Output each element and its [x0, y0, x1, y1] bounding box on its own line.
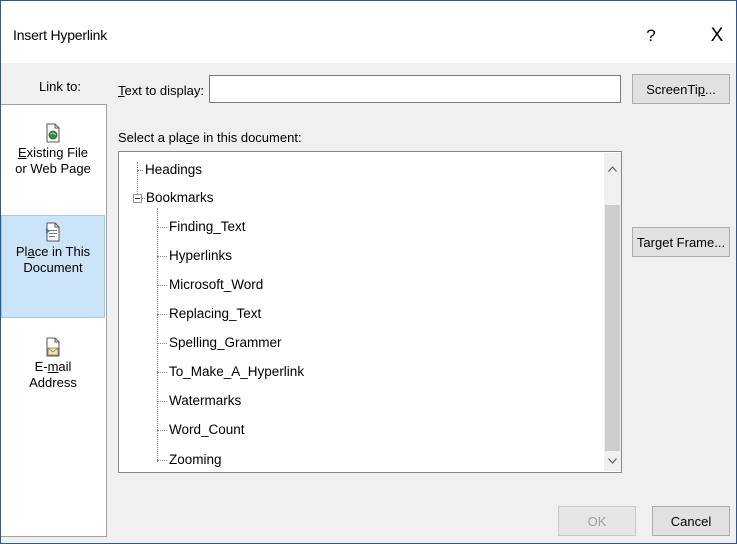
help-button[interactable]: ?	[637, 22, 665, 50]
place-in-document-icon	[46, 222, 60, 242]
existing-file-label: xisting File	[26, 145, 89, 160]
existing-file-icon	[46, 123, 60, 143]
place-label-key: a	[27, 244, 35, 259]
email-label-key: m	[47, 359, 59, 374]
existing-file-label-line2: or Web Page	[15, 161, 91, 176]
insert-hyperlink-dialog: Insert Hyperlink ? X Link to: Existing F…	[0, 0, 737, 544]
tree-scrollbar[interactable]	[604, 153, 621, 471]
tree-item-bookmark[interactable]: Zooming	[169, 450, 222, 470]
tree-item-headings[interactable]: Headings	[145, 160, 202, 180]
close-button[interactable]: X	[702, 21, 732, 51]
place-label-pre: Pl	[15, 244, 28, 259]
title-bar: Insert Hyperlink ? X	[1, 1, 736, 63]
link-to-email-address[interactable]: E-mail Address	[1, 333, 105, 413]
link-to-place-in-document[interactable]: Place in This Document	[1, 215, 105, 318]
tree-item-bookmark[interactable]: Microsoft_Word	[169, 275, 263, 295]
tree-item-bookmark[interactable]: Word_Count	[169, 420, 245, 440]
existing-file-key: E	[17, 145, 27, 160]
link-to-panel: Existing File or Web Page Place in This …	[1, 104, 107, 537]
close-icon: X	[710, 25, 724, 46]
text-to-display-label: Text to display:	[118, 83, 204, 98]
tree-item-bookmark[interactable]: Spelling_Grammer	[169, 333, 282, 353]
dialog-title: Insert Hyperlink	[13, 27, 108, 43]
email-label-pre: E-	[34, 359, 48, 374]
tree-item-bookmark[interactable]: Replacing_Text	[169, 304, 261, 324]
cancel-button[interactable]: Cancel	[652, 506, 730, 536]
tree-item-bookmark[interactable]: Hyperlinks	[169, 246, 232, 266]
scroll-up-icon[interactable]	[604, 161, 621, 178]
place-label-rest: ce in This	[34, 244, 91, 259]
document-place-tree[interactable]: Headings Bookmarks Finding_Text Hyperlin…	[118, 151, 622, 473]
email-address-icon	[46, 337, 60, 357]
link-to-existing-file[interactable]: Existing File or Web Page	[1, 119, 105, 197]
collapse-icon[interactable]	[133, 194, 142, 203]
tree-item-bookmark[interactable]: Watermarks	[169, 391, 241, 411]
place-label-line2: Document	[23, 260, 83, 275]
scroll-down-icon[interactable]	[604, 453, 621, 470]
ok-button[interactable]: OK	[558, 506, 636, 536]
email-label-line2: Address	[29, 375, 77, 390]
tree-item-bookmark[interactable]: To_Make_A_Hyperlink	[169, 362, 304, 382]
email-label-rest: ail	[58, 359, 72, 374]
link-to-label: Link to:	[39, 79, 81, 94]
screentip-button[interactable]: ScreenTip...	[632, 74, 730, 104]
tree-item-bookmarks[interactable]: Bookmarks	[146, 188, 214, 208]
select-place-label: Select a place in this document:	[118, 130, 302, 145]
help-icon: ?	[646, 26, 656, 45]
text-to-display-input[interactable]	[209, 75, 621, 103]
target-frame-button[interactable]: Target Frame...	[632, 227, 730, 257]
scroll-thumb[interactable]	[605, 205, 620, 451]
tree-item-bookmark[interactable]: Finding_Text	[169, 217, 246, 237]
